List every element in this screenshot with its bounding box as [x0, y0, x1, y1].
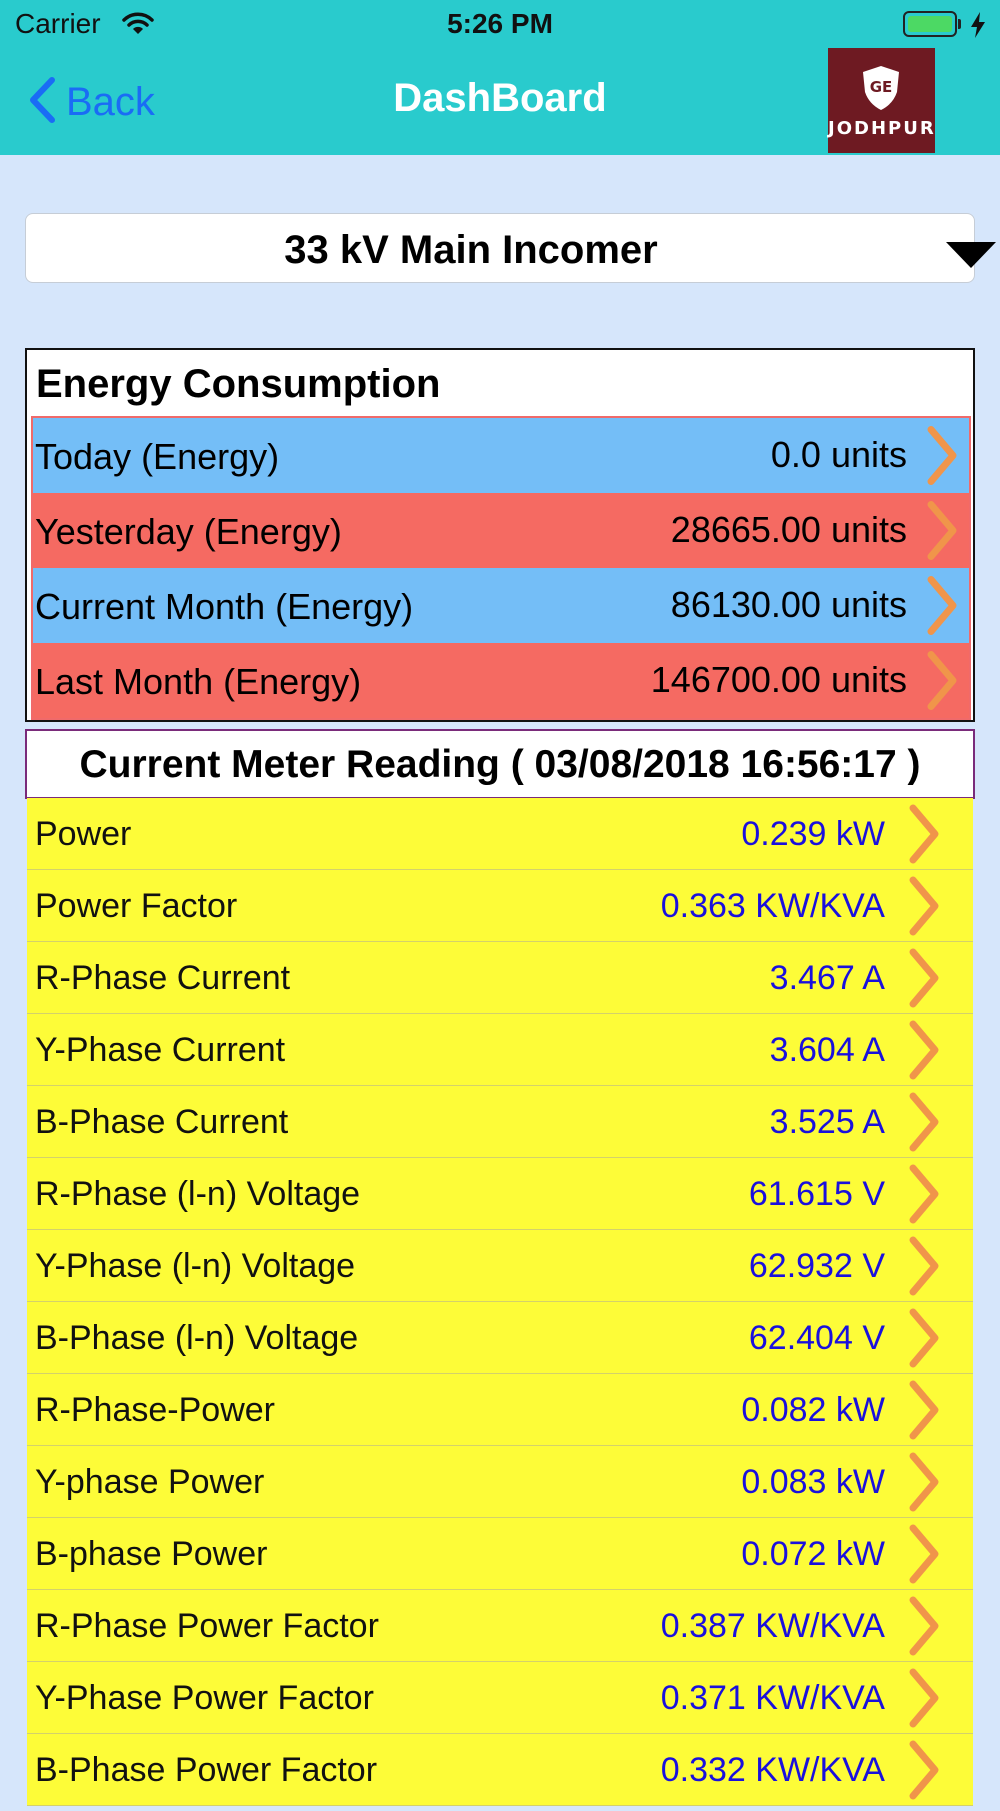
meter-reading-row[interactable]: B-Phase Power Factor 0.332 KW/KVA — [27, 1734, 973, 1806]
meter-reading-value: 0.387 KW/KVA — [660, 1607, 885, 1645]
meter-reading-row[interactable]: Y-phase Power 0.083 kW — [27, 1446, 973, 1518]
triangle-down-icon — [946, 242, 996, 273]
meter-reading-label: Y-Phase Power Factor — [35, 1679, 374, 1717]
meter-reading-row[interactable]: R-Phase Power Factor 0.387 KW/KVA — [27, 1590, 973, 1662]
chevron-right-icon — [907, 1230, 943, 1307]
meter-reading-label: B-Phase (l-n) Voltage — [35, 1319, 359, 1357]
chevron-right-icon — [925, 568, 961, 648]
chevron-right-icon — [925, 643, 961, 723]
energy-row-value: 146700.00 units — [650, 659, 907, 700]
logo-text: JODHPUR — [828, 118, 936, 139]
meter-reading-label: B-phase Power — [35, 1535, 268, 1573]
meter-reading-value: 0.371 KW/KVA — [660, 1679, 885, 1717]
chevron-right-icon — [907, 1014, 943, 1091]
meter-reading-row[interactable]: R-Phase (l-n) Voltage 61.615 V — [27, 1158, 973, 1230]
meter-reading-row[interactable]: B-Phase (l-n) Voltage 62.404 V — [27, 1302, 973, 1374]
energy-row-value: 0.0 units — [770, 434, 907, 475]
meter-reading-row[interactable]: Power Factor 0.363 KW/KVA — [27, 870, 973, 942]
battery-cap — [958, 19, 961, 29]
current-meter-reading-header: Current Meter Reading ( 03/08/2018 16:56… — [25, 729, 975, 799]
meter-reading-row[interactable]: Power 0.239 kW — [27, 798, 973, 870]
feeder-dropdown[interactable]: 33 kV Main Incomer — [25, 213, 996, 283]
chevron-right-icon — [907, 1446, 943, 1523]
meter-reading-row[interactable]: B-Phase Current 3.525 A — [27, 1086, 973, 1158]
chevron-right-icon — [925, 493, 961, 573]
current-meter-reading-title: Current Meter Reading ( 03/08/2018 16:56… — [79, 743, 921, 786]
energy-row-label: Last Month (Energy) — [35, 661, 362, 702]
chevron-right-icon — [907, 1158, 943, 1235]
meter-reading-label: R-Phase-Power — [35, 1391, 275, 1429]
nav-bar: Carrier 5:26 PM Back DashBoard GE JODHPU… — [0, 0, 1000, 155]
chevron-right-icon — [907, 1302, 943, 1379]
meter-reading-label: Y-Phase Current — [35, 1031, 286, 1069]
energy-row-label: Today (Energy) — [35, 436, 280, 477]
battery-icon — [903, 11, 957, 37]
chevron-right-icon — [907, 1734, 943, 1811]
energy-row-value: 86130.00 units — [670, 584, 907, 625]
meter-reading-label: Y-Phase (l-n) Voltage — [35, 1247, 356, 1285]
meter-reading-row[interactable]: R-Phase Current 3.467 A — [27, 942, 973, 1014]
chevron-right-icon — [907, 870, 943, 947]
meter-reading-label: Y-phase Power — [35, 1463, 265, 1501]
meter-reading-row[interactable]: B-phase Power 0.072 kW — [27, 1518, 973, 1590]
meter-reading-value: 0.332 KW/KVA — [660, 1751, 885, 1789]
logo-badge-text: GE — [870, 78, 893, 96]
chevron-right-icon — [907, 1590, 943, 1667]
meter-reading-label: Power Factor — [35, 887, 238, 925]
energy-row[interactable]: Yesterday (Energy) 28665.00 units — [33, 493, 969, 568]
meter-reading-value: 0.072 kW — [741, 1535, 885, 1573]
meter-reading-value: 0.082 kW — [741, 1391, 885, 1429]
clock: 5:26 PM — [447, 8, 553, 39]
meter-reading-label: Power — [35, 815, 132, 853]
jodhpur-logo: GE JODHPUR — [828, 48, 935, 153]
chevron-right-icon — [907, 1518, 943, 1595]
energy-row[interactable]: Last Month (Energy) 146700.00 units — [33, 643, 969, 718]
meter-reading-value: 3.604 A — [769, 1031, 885, 1069]
meter-reading-value: 62.932 V — [748, 1247, 885, 1285]
chevron-right-icon — [907, 1662, 943, 1739]
dropdown-selected-value: 33 kV Main Incomer — [284, 228, 658, 272]
meter-reading-label: B-Phase Power Factor — [35, 1751, 378, 1789]
chevron-right-icon — [907, 798, 943, 875]
meter-reading-value: 0.239 kW — [741, 815, 885, 853]
chevron-right-icon — [907, 1374, 943, 1451]
meter-reading-row[interactable]: Y-Phase Current 3.604 A — [27, 1014, 973, 1086]
meter-reading-label: R-Phase (l-n) Voltage — [35, 1175, 361, 1213]
charging-icon — [970, 12, 986, 43]
energy-list: Today (Energy) 0.0 units Yesterday (Energy… — [31, 416, 971, 720]
meter-reading-value: 0.363 KW/KVA — [660, 887, 885, 925]
energy-consumption-title: Energy Consumption — [36, 362, 441, 406]
status-bar: Carrier 5:26 PM — [0, 0, 1000, 50]
meter-reading-row[interactable]: R-Phase-Power 0.082 kW — [27, 1374, 973, 1446]
energy-row-label: Yesterday (Energy) — [35, 511, 342, 552]
chevron-right-icon — [907, 1086, 943, 1163]
energy-row-value: 28665.00 units — [670, 509, 907, 550]
shield-icon: GE — [859, 64, 903, 117]
meter-reading-row[interactable]: Y-Phase Power Factor 0.371 KW/KVA — [27, 1662, 973, 1734]
energy-row[interactable]: Today (Energy) 0.0 units — [33, 418, 969, 493]
meter-reading-label: R-Phase Power Factor — [35, 1607, 379, 1645]
chevron-right-icon — [925, 418, 961, 498]
meter-reading-label: B-Phase Current — [35, 1103, 289, 1141]
meter-reading-value: 3.525 A — [769, 1103, 885, 1141]
meter-reading-value: 3.467 A — [769, 959, 885, 997]
energy-row-label: Current Month (Energy) — [35, 586, 414, 627]
meter-reading-value: 61.615 V — [748, 1175, 885, 1213]
energy-row[interactable]: Current Month (Energy) 86130.00 units — [33, 568, 969, 643]
chevron-right-icon — [907, 942, 943, 1019]
energy-consumption-panel: Energy Consumption Today (Energy) 0.0 uni… — [25, 348, 975, 722]
meter-reading-list: Power 0.239 kW Power Factor 0.363 KW/KVA R-P… — [27, 798, 973, 1806]
meter-reading-value: 62.404 V — [748, 1319, 885, 1357]
meter-reading-label: R-Phase Current — [35, 959, 291, 997]
meter-reading-value: 0.083 kW — [741, 1463, 885, 1501]
meter-reading-row[interactable]: Y-Phase (l-n) Voltage 62.932 V — [27, 1230, 973, 1302]
